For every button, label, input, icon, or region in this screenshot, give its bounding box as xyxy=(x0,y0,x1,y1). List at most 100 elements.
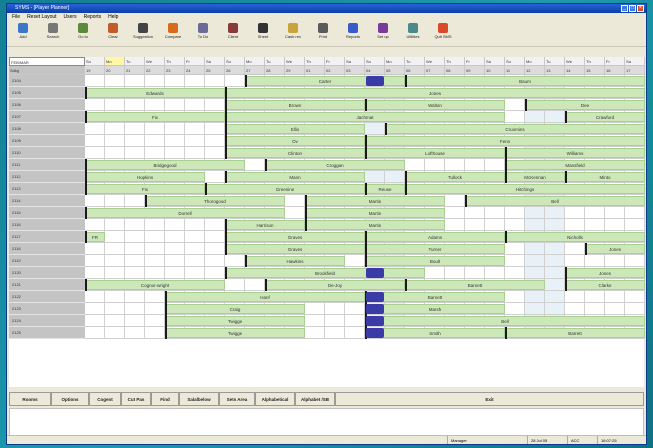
empty-slot[interactable] xyxy=(305,315,325,327)
booking-bar[interactable]: Lofthouse xyxy=(365,148,505,158)
empty-slot[interactable] xyxy=(185,75,205,87)
empty-slot[interactable] xyxy=(145,255,165,267)
empty-slot[interactable] xyxy=(585,255,605,267)
booking-bar[interactable]: Edwards xyxy=(85,88,225,98)
empty-slot[interactable] xyxy=(165,267,185,279)
booking-bar[interactable]: Brookfield xyxy=(225,268,425,278)
empty-slot[interactable] xyxy=(85,255,105,267)
empty-slot[interactable] xyxy=(625,207,645,219)
empty-slot[interactable] xyxy=(105,123,125,135)
toolbar-button-set-up[interactable]: Set up xyxy=(371,23,395,39)
empty-slot[interactable] xyxy=(505,303,525,315)
empty-slot[interactable] xyxy=(145,75,165,87)
empty-slot[interactable] xyxy=(205,171,225,183)
empty-slot[interactable] xyxy=(525,243,545,255)
booking-bar[interactable]: Tullock xyxy=(405,172,505,182)
empty-slot[interactable] xyxy=(125,147,145,159)
booking-bar[interactable]: Bridgegood xyxy=(85,160,245,170)
empty-slot[interactable] xyxy=(205,99,225,111)
tab-cut-pas[interactable]: Cut Pas xyxy=(121,392,151,406)
tab-cogent[interactable]: Cogent xyxy=(89,392,121,406)
toolbar-button-utilities[interactable]: Utilities xyxy=(401,23,425,39)
empty-slot[interactable] xyxy=(85,135,105,147)
menu-item-file[interactable]: File xyxy=(12,13,20,21)
toolbar-button-to-do[interactable]: To Do xyxy=(191,23,215,39)
empty-slot[interactable] xyxy=(585,207,605,219)
empty-slot[interactable] xyxy=(325,315,345,327)
booking-bar[interactable]: Graves xyxy=(225,244,365,254)
selected-slot[interactable] xyxy=(366,292,384,302)
empty-slot[interactable] xyxy=(605,303,625,315)
empty-slot[interactable] xyxy=(405,159,425,171)
close-button[interactable]: × xyxy=(637,5,644,12)
empty-slot[interactable] xyxy=(525,303,545,315)
empty-slot[interactable] xyxy=(505,207,525,219)
booking-bar[interactable]: Craig xyxy=(165,304,305,314)
empty-slot[interactable] xyxy=(525,207,545,219)
tab-sets-area[interactable]: Sets Area xyxy=(219,392,255,406)
tab-find[interactable]: Find xyxy=(151,392,179,406)
booking-bar[interactable]: Marsh xyxy=(365,304,505,314)
booking-bar[interactable]: Harrison xyxy=(225,220,305,230)
empty-slot[interactable] xyxy=(445,195,465,207)
empty-slot[interactable] xyxy=(465,207,485,219)
toolbar-button-clear[interactable]: Clear xyxy=(101,23,125,39)
empty-slot[interactable] xyxy=(285,195,305,207)
empty-slot[interactable] xyxy=(85,243,105,255)
toolbar-button-print[interactable]: Print xyxy=(311,23,335,39)
empty-slot[interactable] xyxy=(85,303,105,315)
room-row-label[interactable]: 2113 xyxy=(9,183,85,195)
date-range-select[interactable]: FEB/MAR xyxy=(9,57,85,66)
room-row-label[interactable]: 2125 xyxy=(9,327,85,339)
empty-slot[interactable] xyxy=(165,123,185,135)
booking-bar[interactable]: Boult xyxy=(365,256,505,266)
toolbar-button-sheet[interactable]: Sheet xyxy=(251,23,275,39)
room-row-label[interactable]: 2109 xyxy=(9,135,85,147)
empty-slot[interactable] xyxy=(505,255,525,267)
empty-slot[interactable] xyxy=(85,219,105,231)
empty-slot[interactable] xyxy=(545,267,565,279)
booking-bar[interactable]: Clarke xyxy=(565,280,645,290)
empty-slot[interactable] xyxy=(565,219,585,231)
empty-slot[interactable] xyxy=(325,303,345,315)
empty-slot[interactable] xyxy=(165,231,185,243)
room-row-label[interactable]: 2111 xyxy=(9,159,85,171)
booking-bar[interactable]: Nicholls xyxy=(505,232,645,242)
empty-slot[interactable] xyxy=(225,279,245,291)
toolbar-button-suggestion[interactable]: Suggestion xyxy=(131,23,155,39)
room-row-label[interactable]: 2108 xyxy=(9,123,85,135)
empty-slot[interactable] xyxy=(465,267,485,279)
empty-slot[interactable] xyxy=(145,303,165,315)
empty-slot[interactable] xyxy=(485,207,505,219)
booking-bar[interactable]: Bell xyxy=(465,196,645,206)
booking-bar[interactable]: Cognor-wright xyxy=(85,280,225,290)
empty-slot[interactable] xyxy=(145,123,165,135)
empty-slot[interactable] xyxy=(165,135,185,147)
empty-slot[interactable] xyxy=(425,267,445,279)
empty-slot[interactable] xyxy=(545,111,565,123)
empty-slot[interactable] xyxy=(185,135,205,147)
empty-slot[interactable] xyxy=(625,255,645,267)
booking-bar[interactable]: Martin xyxy=(305,208,445,218)
empty-slot[interactable] xyxy=(105,243,125,255)
empty-slot[interactable] xyxy=(105,291,125,303)
menu-item-help[interactable]: Help xyxy=(108,13,118,21)
empty-slot[interactable] xyxy=(165,243,185,255)
booking-bar[interactable]: Fix xyxy=(85,184,205,194)
booking-bar[interactable]: Ellis xyxy=(225,124,365,134)
empty-slot[interactable] xyxy=(185,267,205,279)
booking-bar[interactable]: Croggan xyxy=(265,160,405,170)
room-row-label[interactable]: 2124 xyxy=(9,315,85,327)
empty-slot[interactable] xyxy=(425,159,445,171)
room-row-label[interactable]: 2110 xyxy=(9,147,85,159)
empty-slot[interactable] xyxy=(105,231,125,243)
empty-slot[interactable] xyxy=(125,291,145,303)
booking-bar[interactable]: Williams xyxy=(505,148,645,158)
empty-slot[interactable] xyxy=(185,147,205,159)
tab-alphabetical[interactable]: Alphabetical xyxy=(255,392,295,406)
tab-alphabet-sb[interactable]: Alphabet /SB xyxy=(295,392,335,406)
booking-bar[interactable]: Jachmat xyxy=(225,112,505,122)
tab-options[interactable]: Options xyxy=(51,392,89,406)
empty-slot[interactable] xyxy=(225,255,245,267)
selected-slot[interactable] xyxy=(366,328,384,338)
